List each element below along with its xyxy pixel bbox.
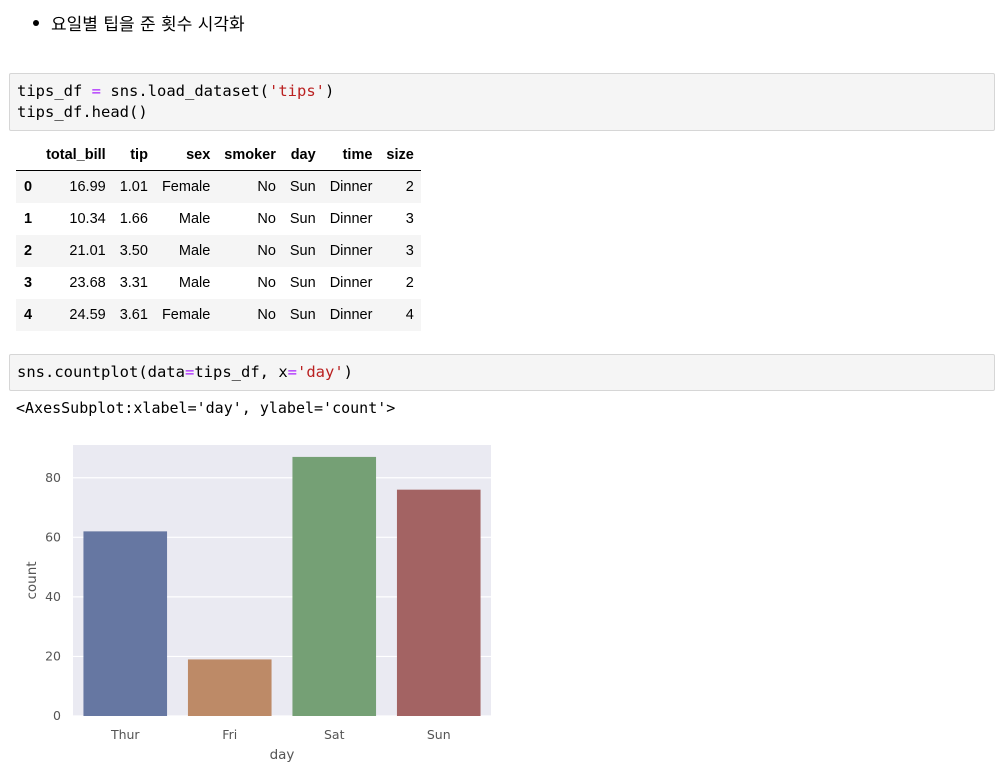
code-close: ): [343, 363, 354, 381]
table-header-row: total_bill tip sex smoker day time size: [16, 139, 421, 171]
code-operator: =: [287, 363, 297, 381]
bar-fri: [187, 659, 272, 716]
table-row: 4 24.59 3.61 Female No Sun Dinner 4: [16, 299, 421, 331]
code-args: tips_df, x: [194, 363, 288, 381]
table-cell: Sun: [289, 243, 316, 259]
table-cell: 1.01: [119, 179, 148, 195]
table-cell: Female: [161, 307, 211, 323]
code-var: tips_df: [17, 82, 83, 100]
x-tick-label: Sun: [427, 727, 451, 742]
cell-output-text: <AxesSubplot:xlabel='day', ylabel='count…: [16, 399, 396, 417]
code-call: sns.load_dataset(: [110, 82, 269, 100]
y-tick-label: 40: [45, 589, 61, 604]
x-tick-label: Sat: [324, 727, 345, 742]
table-cell: 3.61: [119, 307, 148, 323]
code-cell-load-dataset[interactable]: tips_df = sns.load_dataset('tips') tips_…: [9, 73, 995, 131]
table-cell: Sun: [289, 307, 316, 323]
row-index: 4: [24, 307, 33, 323]
table-header-cell: total_bill: [39, 139, 113, 171]
code-line-head: tips_df.head(): [17, 103, 148, 121]
table-cell: Dinner: [329, 307, 373, 323]
table-cell: No: [257, 211, 276, 227]
table-cell: Male: [178, 243, 211, 259]
table-row: 2 21.01 3.50 Male No Sun Dinner 3: [16, 235, 421, 267]
table-cell: No: [257, 179, 276, 195]
table-cell: 24.59: [69, 307, 106, 323]
table-row: 3 23.68 3.31 Male No Sun Dinner 2: [16, 267, 421, 299]
table-cell: Sun: [289, 211, 316, 227]
table-cell: 23.68: [69, 275, 106, 291]
x-tick-label: Thur: [110, 727, 140, 742]
table-cell: Male: [178, 211, 211, 227]
table-header-cell: day: [282, 139, 323, 171]
table-cell: 1.66: [119, 211, 148, 227]
table-cell: Dinner: [329, 275, 373, 291]
table-cell: 4: [405, 307, 414, 323]
table-cell: Female: [161, 179, 211, 195]
table-cell: No: [257, 275, 276, 291]
table-cell: No: [257, 243, 276, 259]
table-row: 1 10.34 1.66 Male No Sun Dinner 3: [16, 203, 421, 235]
table-cell: 3.31: [119, 275, 148, 291]
row-index: 2: [24, 243, 33, 259]
table-cell: Sun: [289, 275, 316, 291]
code-string: 'tips': [269, 82, 325, 100]
row-index: 1: [24, 211, 33, 227]
y-axis-label: count: [24, 561, 40, 599]
table-header-cell: smoker: [217, 139, 283, 171]
code-close: ): [325, 82, 335, 100]
code-cell-countplot[interactable]: sns.countplot(data=tips_df, x='day'): [9, 354, 995, 391]
row-index: 0: [24, 179, 33, 195]
table-header-cell: time: [322, 139, 380, 171]
table-cell: 3.50: [119, 243, 148, 259]
table-cell: Male: [178, 275, 211, 291]
table-cell: 16.99: [69, 179, 106, 195]
table-header-cell: tip: [112, 139, 155, 171]
countplot-chart: 0 20 40 60 80 Thur Fri Sat Sun day count: [24, 445, 491, 763]
table-cell: 3: [405, 211, 414, 227]
code-string: 'day': [297, 363, 344, 381]
table-cell: 10.34: [69, 211, 106, 227]
y-tick-label: 60: [45, 529, 61, 544]
markdown-bullet: 요일별 팁을 준 횟수 시각화: [33, 10, 245, 35]
y-tick-label: 0: [53, 708, 61, 723]
bar-thur: [83, 531, 168, 716]
bar-sat: [292, 456, 377, 716]
code-call: sns.countplot(data: [17, 363, 185, 381]
x-axis-label: day: [270, 747, 295, 763]
table-cell: 2: [405, 275, 414, 291]
bullet-text: 요일별 팁을 준 횟수 시각화: [51, 15, 245, 35]
dataframe-table: total_bill tip sex smoker day time size …: [16, 139, 421, 331]
table-cell: 2: [405, 179, 414, 195]
code-operator: =: [91, 82, 102, 100]
table-cell: Dinner: [329, 211, 373, 227]
bullet-dot: [33, 19, 39, 26]
table-cell: Dinner: [329, 179, 373, 195]
table-cell: No: [257, 307, 276, 323]
row-index: 3: [24, 275, 33, 291]
code-operator: =: [184, 363, 195, 381]
table-header-cell: sex: [154, 139, 218, 171]
y-tick-label: 20: [45, 648, 61, 663]
table-cell: 3: [405, 243, 414, 259]
y-tick-label: 80: [45, 470, 61, 485]
table-cell: Dinner: [329, 243, 373, 259]
table-row: 0 16.99 1.01 Female No Sun Dinner 2: [16, 170, 421, 203]
table-cell: 21.01: [69, 243, 106, 259]
table-header-cell: size: [379, 139, 421, 171]
x-tick-label: Fri: [222, 727, 237, 742]
table-cell: Sun: [289, 179, 316, 195]
table-header-cell: [16, 139, 40, 171]
bar-sun: [396, 489, 481, 716]
